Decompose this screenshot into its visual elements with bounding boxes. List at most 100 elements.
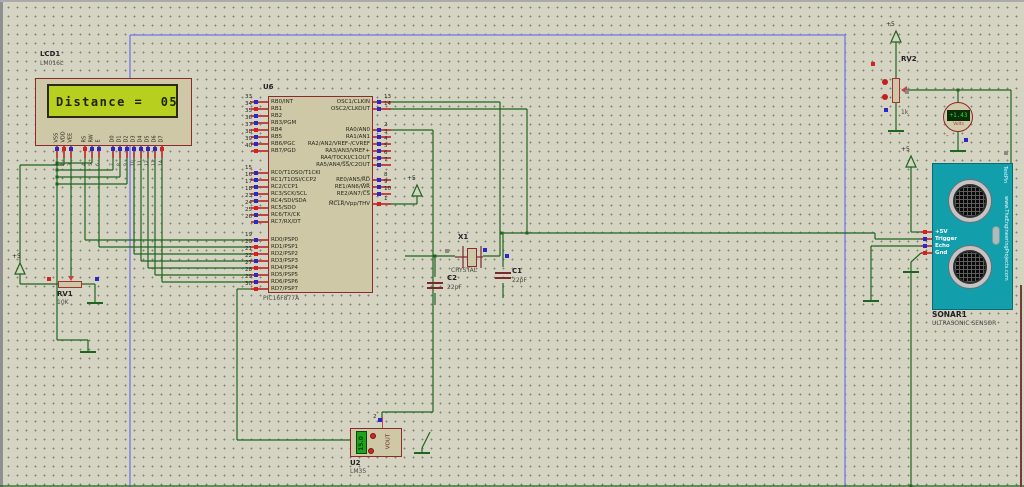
mcu-left-pin-name: RB2 bbox=[271, 113, 366, 119]
schematic-canvas[interactable]: LCD1 LM016L Distance = 05 U6 PIC16F877A … bbox=[0, 0, 1024, 487]
lcd-pin-state bbox=[111, 147, 115, 151]
lcd-pin-name: D0 bbox=[110, 121, 117, 143]
power-label-lcd: +5 bbox=[12, 253, 21, 260]
sonar-pin-state bbox=[923, 251, 927, 255]
mcu-right-pin-name: RA4/T0CKI/C1OUT bbox=[275, 155, 370, 161]
mcu-left-pin-name: RD1/PSP1 bbox=[271, 244, 366, 250]
lcd-pin-number: 13 bbox=[152, 152, 158, 166]
lcd-pin-state bbox=[90, 147, 94, 151]
mcu-right-pin-number: 4 bbox=[384, 136, 404, 142]
lcd-pin-number: 6 bbox=[96, 152, 102, 166]
lcd-pin-state bbox=[160, 147, 164, 151]
cap2-ref-label: C2 bbox=[447, 274, 457, 282]
sonar-pin-state bbox=[923, 230, 927, 234]
mcu-left-pin-number: 22 bbox=[232, 253, 252, 259]
junction-dots bbox=[56, 89, 960, 487]
mcu-right-pin-state bbox=[377, 156, 381, 160]
mcu-left-pin-state bbox=[254, 128, 258, 132]
lcd-pin-name: RS bbox=[82, 121, 89, 143]
mcu-right-pin-name: RE1/AN6/W̅R̅ bbox=[275, 184, 370, 190]
mcu-left-pin-state bbox=[254, 114, 258, 118]
mcu-left-pin-name: RD4/PSP4 bbox=[271, 265, 366, 271]
mcu-right-pin-name: RA0/AN0 bbox=[275, 127, 370, 133]
cap1-plate-top[interactable] bbox=[495, 272, 511, 274]
mcu-right-pin-number: 13 bbox=[384, 94, 404, 100]
lcd-pin-name: D4 bbox=[138, 121, 145, 143]
mcu-left-pin-number: 24 bbox=[232, 200, 252, 206]
lcd-pin-name: D5 bbox=[145, 121, 152, 143]
mcu-left-pin-state bbox=[254, 100, 258, 104]
temp-up-button[interactable] bbox=[370, 433, 376, 439]
mcu-left-pin-state bbox=[254, 245, 258, 249]
lcd-pin-state bbox=[97, 147, 101, 151]
lcd-pin-state bbox=[83, 147, 87, 151]
mcu-right-pin-stub bbox=[373, 193, 391, 194]
mcu-right-pin-state bbox=[377, 142, 381, 146]
mcu-right-pin-state bbox=[377, 100, 381, 104]
pot1-body[interactable] bbox=[58, 281, 82, 288]
mcu-left-pin-name: RD7/PSP7 bbox=[271, 286, 366, 292]
mcu-left-pin-name: RD6/PSP6 bbox=[271, 279, 366, 285]
lcd-pin-number: 12 bbox=[145, 152, 151, 166]
mcu-left-pin-state bbox=[254, 252, 258, 256]
state-marker bbox=[445, 249, 449, 253]
sonar-transducer-top-mesh bbox=[953, 184, 987, 218]
mcu-right-pin-state bbox=[377, 163, 381, 167]
sonar-part-label: ULTRASONIC SENSOR bbox=[932, 320, 996, 327]
temp-sensor-part-label: LM35 bbox=[350, 468, 366, 475]
crystal-ref-label: X1 bbox=[458, 233, 468, 241]
cap2-plate-bottom[interactable] bbox=[427, 287, 443, 289]
cap2-plate-top[interactable] bbox=[427, 282, 443, 284]
crystal-body[interactable] bbox=[467, 248, 477, 267]
mcu-left-pin-number: 30 bbox=[232, 281, 252, 287]
mcu-right-pin-name: RA3/AN3/VREF+ bbox=[275, 148, 370, 154]
mcu-right-pin-state bbox=[377, 149, 381, 153]
mcu-right-pin-state bbox=[377, 107, 381, 111]
mcu-right-pin-number: 10 bbox=[384, 186, 404, 192]
lcd-pin-state bbox=[118, 147, 122, 151]
temp-down-button[interactable] bbox=[368, 448, 374, 454]
pot2-value-label: 1k bbox=[901, 109, 908, 116]
mcu-left-pin-number: 39 bbox=[232, 136, 252, 142]
wiring-layer[interactable] bbox=[0, 0, 1024, 487]
mcu-left-pin-state bbox=[254, 107, 258, 111]
mcu-left-pin-number: 21 bbox=[232, 246, 252, 252]
lcd-pin-number: 11 bbox=[138, 152, 144, 166]
mcu-left-pin-number: 33 bbox=[232, 94, 252, 100]
lcd-pin-name: D1 bbox=[117, 121, 124, 143]
mcu-left-pin-state bbox=[254, 178, 258, 182]
lcd-pin-name: E bbox=[96, 121, 103, 143]
mcu-left-pin-name: RC7/RX/DT bbox=[271, 219, 366, 225]
lcd-pin-number: 5 bbox=[89, 152, 95, 166]
lcd-pin-number: 8 bbox=[117, 152, 123, 166]
mcu-left-pin-name: RD5/PSP5 bbox=[271, 272, 366, 278]
state-marker bbox=[884, 108, 888, 112]
mcu-left-pin-state bbox=[254, 273, 258, 277]
probe-dot[interactable] bbox=[882, 94, 888, 100]
pot2-ref-label: RV2 bbox=[901, 55, 917, 63]
cap1-value-label: 22pF bbox=[512, 277, 527, 284]
mcu-left-pin-number: 16 bbox=[232, 172, 252, 178]
sonar-pin-name: Gnd bbox=[935, 250, 980, 256]
cap1-plate-bottom[interactable] bbox=[495, 277, 511, 279]
mcu-right-pin-number: 2 bbox=[384, 122, 404, 128]
state-marker bbox=[871, 62, 875, 66]
lcd-pin-state bbox=[125, 147, 129, 151]
mcu-right-pin-name: RA2/AN2/VREF-/CVREF bbox=[275, 141, 370, 147]
mcu-right-pin-stub bbox=[373, 164, 391, 165]
lcd-ref-label: LCD1 bbox=[40, 50, 60, 58]
mcu-left-pin-state bbox=[254, 280, 258, 284]
mcu-left-pin-state bbox=[254, 206, 258, 210]
probe-dot[interactable] bbox=[882, 79, 888, 85]
lcd-pin-name: D3 bbox=[131, 121, 138, 143]
pot2-body[interactable] bbox=[892, 78, 900, 103]
mcu-right-pin-number: 9 bbox=[384, 179, 404, 185]
mcu-left-pin-state bbox=[254, 259, 258, 263]
mcu-right-pin-state bbox=[377, 202, 381, 206]
mcu-right-pin-number: 6 bbox=[384, 150, 404, 156]
mcu-left-pin-name: RC6/TX/CK bbox=[271, 212, 366, 218]
mcu-left-pin-number: 19 bbox=[232, 232, 252, 238]
lcd-pin-number: 9 bbox=[124, 152, 130, 166]
mcu-left-pin-state bbox=[254, 149, 258, 153]
lcd-screen: Distance = 05 bbox=[47, 84, 178, 118]
